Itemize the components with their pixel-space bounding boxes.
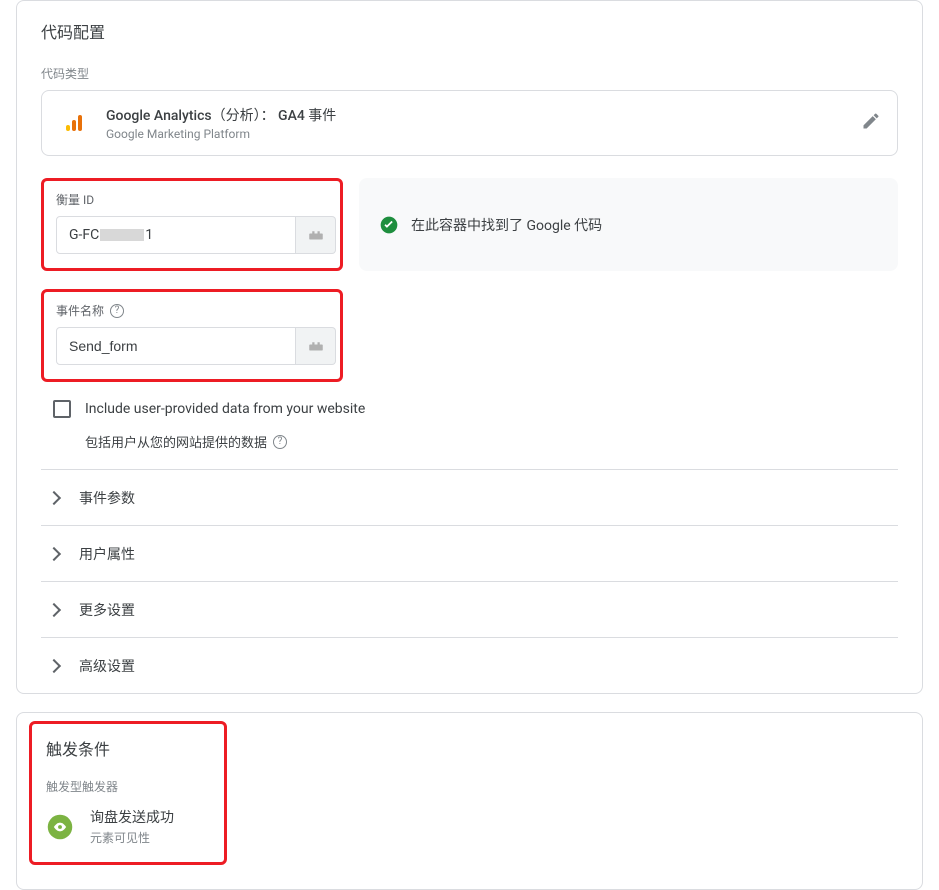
- tag-type-subtitle: Google Marketing Platform: [106, 127, 336, 141]
- accordion-more-settings[interactable]: 更多设置: [41, 581, 898, 637]
- event-name-group: 事件名称 ?: [41, 289, 343, 382]
- chevron-right-icon: [47, 602, 61, 616]
- status-panel: 在此容器中找到了 Google 代码: [359, 178, 898, 271]
- measurement-id-label: 衡量 ID: [56, 191, 94, 208]
- status-text: 在此容器中找到了 Google 代码: [411, 215, 602, 235]
- analytics-icon: [58, 107, 90, 139]
- chevron-right-icon: [47, 490, 61, 504]
- event-name-label: 事件名称: [56, 302, 104, 319]
- variable-picker-button[interactable]: [296, 327, 336, 365]
- trigger-item-title: 询盘发送成功: [90, 807, 174, 827]
- include-data-caption: 包括用户从您的网站提供的数据: [85, 432, 267, 451]
- help-icon[interactable]: ?: [273, 435, 287, 449]
- include-data-label: Include user-provided data from your web…: [85, 401, 365, 417]
- tag-type-text: Google Analytics（分析）： GA4 事件 Google Mark…: [106, 105, 336, 141]
- accordion-label: 高级设置: [79, 656, 135, 676]
- tag-type-title: Google Analytics（分析）： GA4 事件: [106, 105, 336, 125]
- section-title: 代码配置: [41, 19, 898, 43]
- accordion-label: 事件参数: [79, 488, 135, 508]
- masked-text: [100, 229, 144, 241]
- trigger-title: 触发条件: [46, 736, 210, 760]
- edit-icon[interactable]: [861, 111, 881, 135]
- trigger-card: 触发条件 触发型触发器 询盘发送成功 元素可见性: [16, 712, 923, 890]
- accordion-label: 用户属性: [79, 544, 135, 564]
- help-icon[interactable]: ?: [110, 304, 124, 318]
- trigger-sub-label: 触发型触发器: [46, 778, 210, 795]
- measurement-id-input[interactable]: G-FC1: [56, 216, 296, 254]
- code-type-label: 代码类型: [41, 65, 898, 82]
- event-name-input[interactable]: [56, 327, 296, 365]
- variable-picker-button[interactable]: [296, 216, 336, 254]
- code-config-card: 代码配置 代码类型 Google Analytics（分析）： GA4 事件 G…: [16, 0, 923, 694]
- accordion-user-properties[interactable]: 用户属性: [41, 525, 898, 581]
- chevron-right-icon: [47, 658, 61, 672]
- accordion-event-params[interactable]: 事件参数: [41, 469, 898, 525]
- measurement-id-group: 衡量 ID G-FC1: [41, 178, 343, 271]
- chevron-right-icon: [47, 546, 61, 560]
- trigger-item[interactable]: 询盘发送成功 元素可见性: [46, 807, 210, 846]
- accordion-label: 更多设置: [79, 600, 135, 620]
- include-data-checkbox[interactable]: [53, 400, 71, 418]
- tag-type-selector[interactable]: Google Analytics（分析）： GA4 事件 Google Mark…: [41, 90, 898, 156]
- visibility-icon: [46, 813, 74, 841]
- check-circle-icon: [379, 215, 399, 235]
- trigger-item-subtitle: 元素可见性: [90, 829, 174, 846]
- accordion-advanced-settings[interactable]: 高级设置: [41, 637, 898, 693]
- trigger-highlight: 触发条件 触发型触发器 询盘发送成功 元素可见性: [29, 721, 227, 865]
